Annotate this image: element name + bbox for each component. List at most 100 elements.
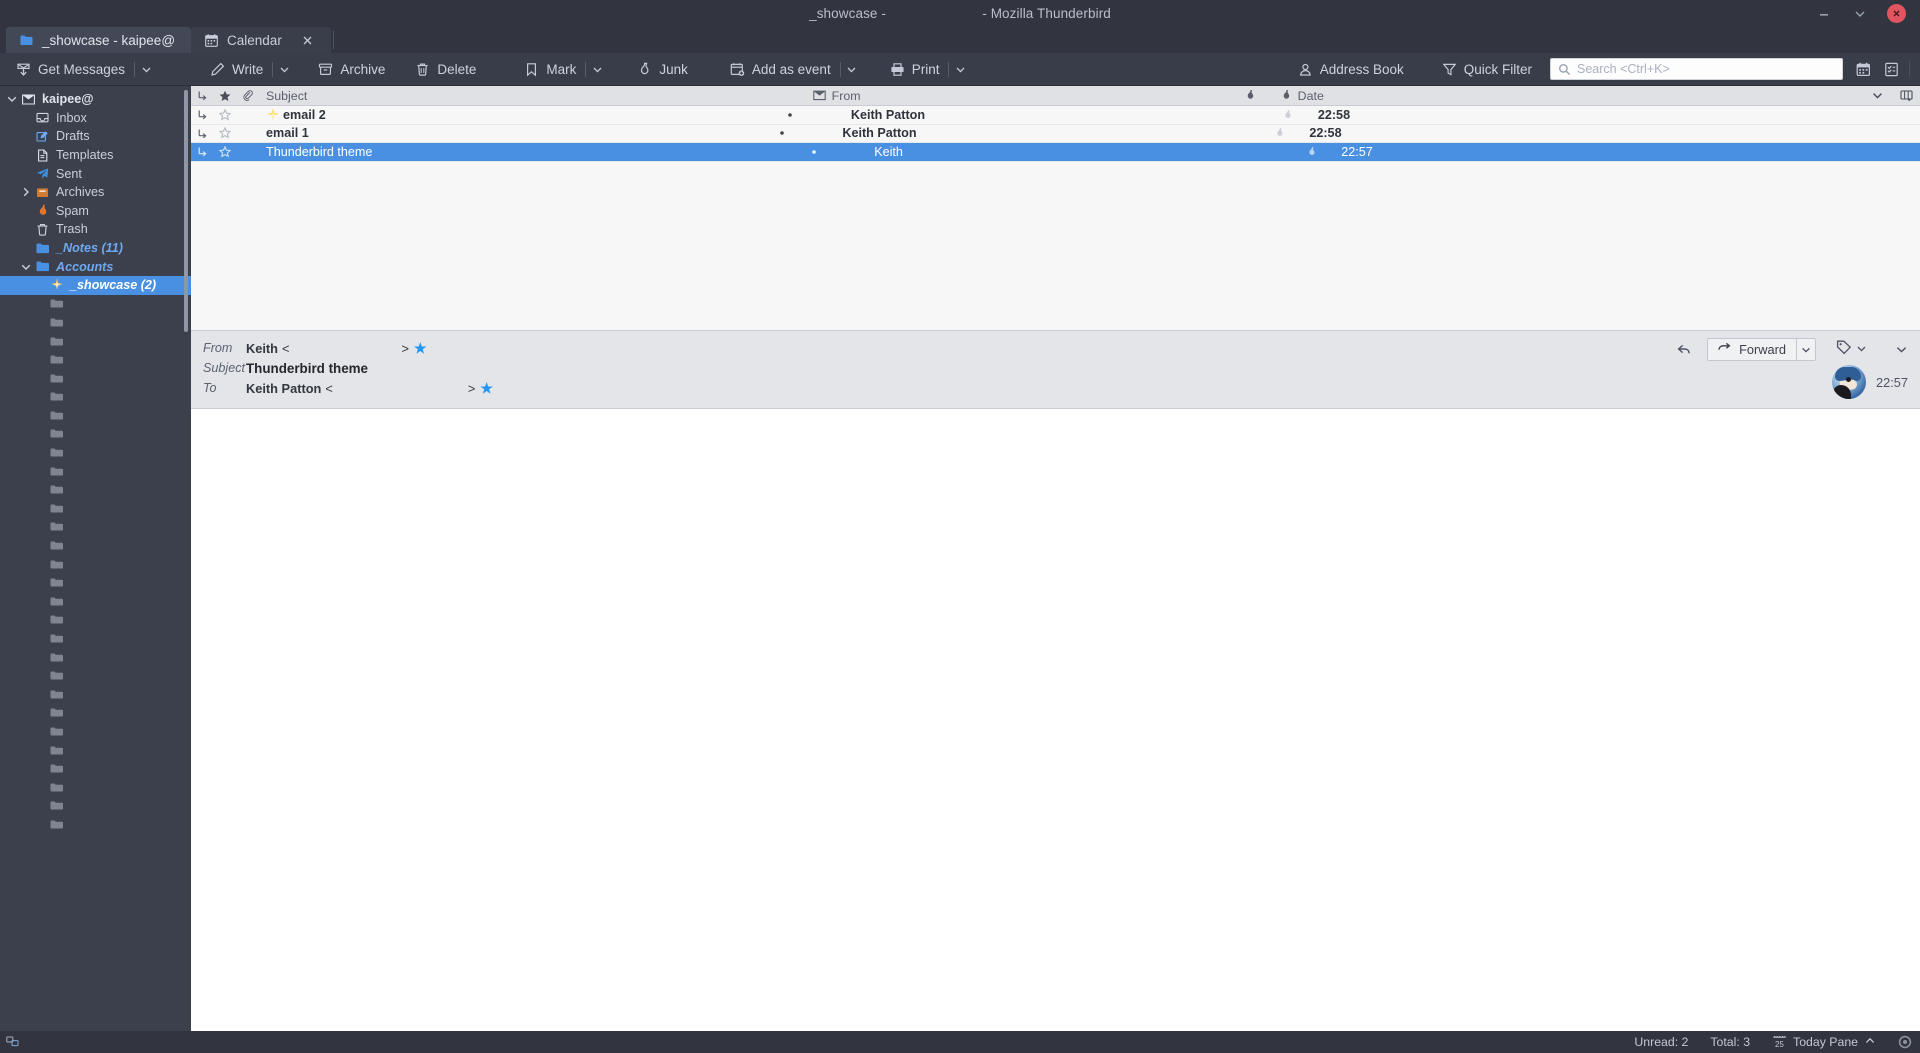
sidebar-item-trash[interactable]: Trash bbox=[0, 220, 191, 239]
sidebar-item-unlabeled[interactable] bbox=[0, 685, 191, 704]
sidebar-item-unlabeled[interactable] bbox=[0, 313, 191, 332]
chevron-down-icon[interactable] bbox=[18, 261, 34, 273]
delete-button[interactable]: Delete bbox=[407, 56, 484, 82]
search-icon bbox=[1558, 63, 1571, 76]
tab-showcase[interactable]: _showcase - kaipee@ bbox=[6, 27, 191, 53]
address-book-button[interactable]: Address Book bbox=[1290, 56, 1412, 82]
today-pane-button[interactable]: 25 Today Pane bbox=[1772, 1035, 1876, 1050]
sidebar-item-showcase-2[interactable]: _showcase (2) bbox=[0, 276, 191, 295]
sidebar-item-unlabeled[interactable] bbox=[0, 332, 191, 351]
sidebar-item-unlabeled[interactable] bbox=[0, 648, 191, 667]
chevron-down-icon[interactable] bbox=[4, 93, 20, 105]
sidebar-item-unlabeled[interactable] bbox=[0, 388, 191, 407]
write-dropdown[interactable] bbox=[274, 56, 294, 82]
mark-button[interactable]: Mark bbox=[516, 56, 584, 82]
column-picker-icon[interactable] bbox=[1892, 86, 1920, 105]
sidebar-item-sent[interactable]: Sent bbox=[0, 164, 191, 183]
write-button[interactable]: Write bbox=[202, 56, 271, 82]
folder-pane-scrollbar[interactable] bbox=[184, 90, 188, 332]
sidebar-item-unlabeled[interactable] bbox=[0, 704, 191, 723]
thread-icon[interactable] bbox=[191, 106, 213, 124]
sidebar-item-notes-11[interactable]: _Notes (11) bbox=[0, 239, 191, 258]
sidebar-item-unlabeled[interactable] bbox=[0, 295, 191, 314]
get-messages-dropdown[interactable] bbox=[136, 56, 156, 82]
junk-status-icon[interactable] bbox=[1263, 106, 1313, 124]
sidebar-item-unlabeled[interactable] bbox=[0, 778, 191, 797]
tag-button-group[interactable] bbox=[1836, 339, 1867, 360]
sidebar-item-unlabeled[interactable] bbox=[0, 536, 191, 555]
star-toggle[interactable] bbox=[213, 106, 237, 124]
sidebar-item-unlabeled[interactable] bbox=[0, 480, 191, 499]
thread-icon[interactable] bbox=[191, 125, 213, 143]
archive-button[interactable]: Archive bbox=[310, 56, 393, 82]
star-icon[interactable]: ★ bbox=[414, 341, 427, 355]
subject-column-header[interactable]: Subject bbox=[259, 86, 695, 105]
star-toggle[interactable] bbox=[213, 143, 237, 161]
sidebar-item-unlabeled[interactable] bbox=[0, 797, 191, 816]
reply-button[interactable] bbox=[1667, 338, 1701, 361]
sidebar-item-unlabeled[interactable] bbox=[0, 722, 191, 741]
sidebar-item-unlabeled[interactable] bbox=[0, 629, 191, 648]
sidebar-item-accounts[interactable]: Accounts bbox=[0, 257, 191, 276]
calendar-icon[interactable] bbox=[1849, 56, 1877, 82]
sidebar-item-drafts[interactable]: Drafts bbox=[0, 127, 191, 146]
forward-button[interactable]: Forward bbox=[1708, 339, 1796, 360]
sidebar-item-inbox[interactable]: Inbox bbox=[0, 109, 191, 128]
message-row[interactable]: Thunderbird themeKeith22:57 bbox=[191, 143, 1920, 162]
sidebar-item-unlabeled[interactable] bbox=[0, 406, 191, 425]
sidebar-item-unlabeled[interactable] bbox=[0, 555, 191, 574]
mark-dropdown[interactable] bbox=[587, 56, 607, 82]
add-as-event-dropdown[interactable] bbox=[842, 56, 862, 82]
junk-button[interactable]: Junk bbox=[629, 56, 696, 82]
restore-button[interactable] bbox=[1851, 5, 1869, 23]
search-input[interactable]: Search <Ctrl+K> bbox=[1550, 58, 1843, 80]
tab-calendar[interactable]: Calendar bbox=[191, 27, 331, 53]
star-icon[interactable]: ★ bbox=[480, 381, 493, 395]
attachment-column-header[interactable] bbox=[237, 86, 259, 105]
sidebar-item-unlabeled[interactable] bbox=[0, 741, 191, 760]
sidebar-item-unlabeled[interactable] bbox=[0, 462, 191, 481]
sidebar-item-unlabeled[interactable] bbox=[0, 443, 191, 462]
message-row[interactable]: email 2Keith Patton22:58 bbox=[191, 106, 1920, 125]
sidebar-item-unlabeled[interactable] bbox=[0, 573, 191, 592]
sidebar-item-unlabeled[interactable] bbox=[0, 815, 191, 834]
print-button[interactable]: Print bbox=[882, 56, 948, 82]
sidebar-item-unlabeled[interactable] bbox=[0, 499, 191, 518]
quick-filter-button[interactable]: Quick Filter bbox=[1434, 56, 1540, 82]
thread-column-header[interactable] bbox=[191, 86, 213, 105]
add-as-event-button[interactable]: Add as event bbox=[722, 56, 839, 82]
star-column-header[interactable] bbox=[213, 86, 237, 105]
junk-column-header[interactable] bbox=[1225, 86, 1275, 105]
sidebar-item-unlabeled[interactable] bbox=[0, 611, 191, 630]
sidebar-item-unlabeled[interactable] bbox=[0, 350, 191, 369]
chevron-right-icon[interactable] bbox=[18, 186, 34, 198]
sort-indicator-icon[interactable] bbox=[1862, 86, 1892, 105]
sidebar-item-unlabeled[interactable] bbox=[0, 425, 191, 444]
sidebar-item-unlabeled[interactable] bbox=[0, 666, 191, 685]
from-column-header[interactable]: From bbox=[810, 86, 1225, 105]
message-row[interactable]: email 1Keith Patton22:58 bbox=[191, 125, 1920, 144]
forward-dropdown[interactable] bbox=[1796, 339, 1815, 360]
close-icon[interactable] bbox=[301, 33, 315, 47]
star-toggle[interactable] bbox=[213, 125, 237, 143]
date-column-header[interactable]: Date bbox=[1275, 86, 1475, 105]
sidebar-item-unlabeled[interactable] bbox=[0, 592, 191, 611]
from-value[interactable]: Keith < > ★ bbox=[246, 341, 427, 356]
close-button[interactable] bbox=[1887, 4, 1906, 23]
sidebar-item-unlabeled[interactable] bbox=[0, 759, 191, 778]
to-value[interactable]: Keith Patton < > ★ bbox=[246, 381, 493, 396]
thread-icon[interactable] bbox=[191, 143, 213, 161]
get-messages-button[interactable]: Get Messages bbox=[8, 56, 133, 82]
sidebar-item-spam[interactable]: Spam bbox=[0, 202, 191, 221]
sidebar-item-archives[interactable]: Archives bbox=[0, 183, 191, 202]
sidebar-item-unlabeled[interactable] bbox=[0, 369, 191, 388]
junk-status-icon[interactable] bbox=[1254, 125, 1304, 143]
print-dropdown[interactable] bbox=[950, 56, 970, 82]
sidebar-item-unlabeled[interactable] bbox=[0, 518, 191, 537]
sidebar-item-templates[interactable]: Templates bbox=[0, 146, 191, 165]
sidebar-item-kaipee[interactable]: kaipee@ bbox=[0, 90, 191, 109]
tasks-icon[interactable] bbox=[1877, 56, 1905, 82]
more-actions-dropdown[interactable] bbox=[1895, 343, 1908, 356]
minimize-button[interactable] bbox=[1815, 5, 1833, 23]
junk-status-icon[interactable] bbox=[1286, 143, 1336, 161]
